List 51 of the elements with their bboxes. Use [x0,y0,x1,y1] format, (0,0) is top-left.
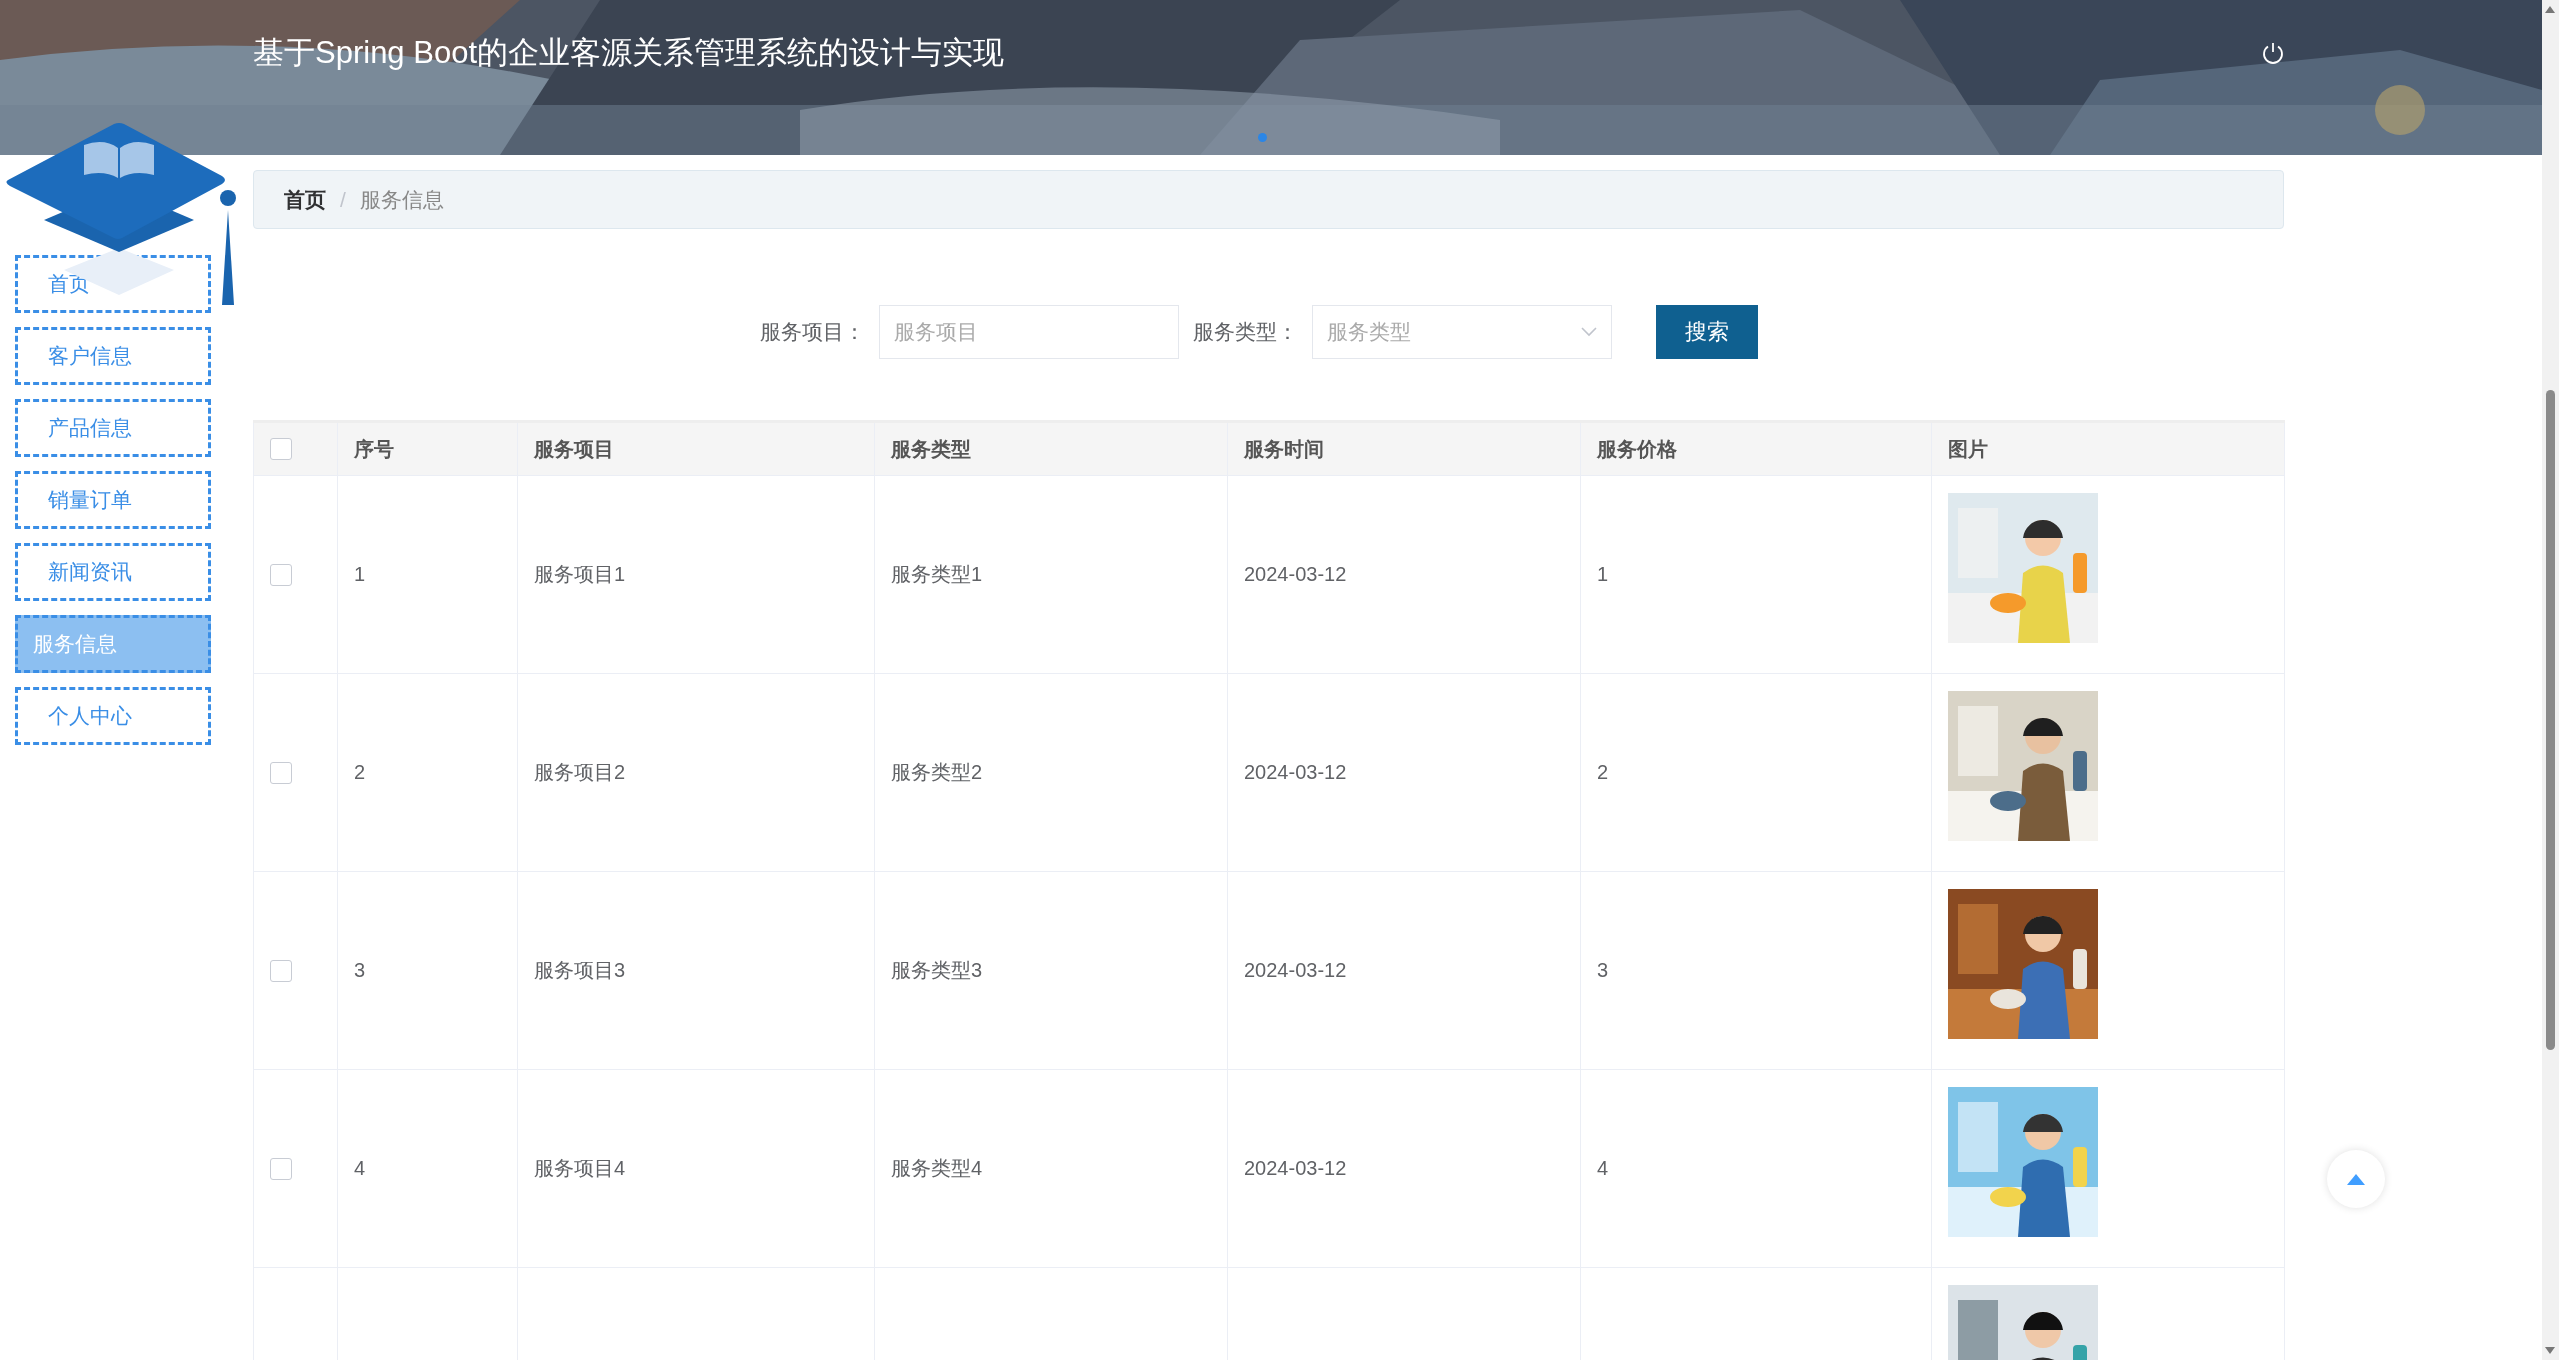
column-header: 服务价格 [1580,421,1932,476]
table-cell: 4 [1597,1157,1609,1179]
table-cell: 2024-03-12 [1244,761,1347,783]
table-cell: 服务项目4 [534,1157,626,1179]
search-button[interactable]: 搜索 [1655,305,1758,359]
sidebar-item[interactable]: 产品信息 [15,399,211,457]
sidebar-item[interactable]: 新闻资讯 [15,543,211,601]
sidebar-item[interactable]: 客户信息 [15,327,211,385]
row-checkbox[interactable] [270,959,292,982]
type-select[interactable]: 服务类型 [1311,305,1612,359]
table-cell: 2 [354,761,366,783]
table-cell: 3 [354,959,366,981]
select-all-checkbox[interactable] [270,438,292,460]
field-label: 服务项目： [759,319,865,345]
table-cell: 服务项目3 [534,959,626,981]
row-checkbox[interactable] [270,563,292,586]
table-cell: 2 [1597,761,1609,783]
row-checkbox[interactable] [270,1157,292,1180]
app-title: 基于Spring Boot的企业客源关系管理系统的设计与实现 [253,33,1005,72]
sidebar-item[interactable]: 销量订单 [15,471,211,529]
sidebar-item[interactable]: 服务信息 [15,615,211,673]
column-header: 服务项目 [517,421,875,476]
table-cell: 2024-03-12 [1244,563,1347,585]
table-cell: 服务项目1 [534,563,626,585]
table-cell: 服务类型1 [891,563,983,585]
table-cell: 1 [354,563,366,585]
scrollbar[interactable] [2542,0,2559,1360]
column-header: 序号 [337,421,518,476]
column-header: 图片 [1931,421,2285,476]
breadcrumb-separator: / [340,187,346,212]
chevron-down-icon [1580,327,1597,337]
table-cell: 服务类型3 [891,959,983,981]
sidebar-item[interactable]: 个人中心 [15,687,211,745]
search-field[interactable]: 服务项目 [878,305,1179,359]
table-cell: 3 [1597,959,1609,981]
field-label: 服务类型： [1192,319,1298,345]
table-cell: 2024-03-12 [1244,959,1347,981]
breadcrumb-link[interactable]: 首页 [284,185,326,214]
table-cell: 服务类型2 [891,761,983,783]
column-header: 服务时间 [1227,421,1581,476]
row-checkbox[interactable] [270,761,292,784]
table-cell: 服务类型4 [891,1157,983,1179]
table-cell: 4 [354,1157,366,1179]
table-cell: 服务项目2 [534,761,626,783]
power-icon[interactable] [2261,40,2285,65]
table-cell: 1 [1597,563,1609,585]
caret-up-icon [2347,1173,2365,1185]
table-cell: 2024-03-12 [1244,1157,1347,1179]
back-to-top-button[interactable] [2327,1150,2385,1208]
column-header: 服务类型 [874,421,1228,476]
carousel-dot[interactable] [1258,133,1267,142]
